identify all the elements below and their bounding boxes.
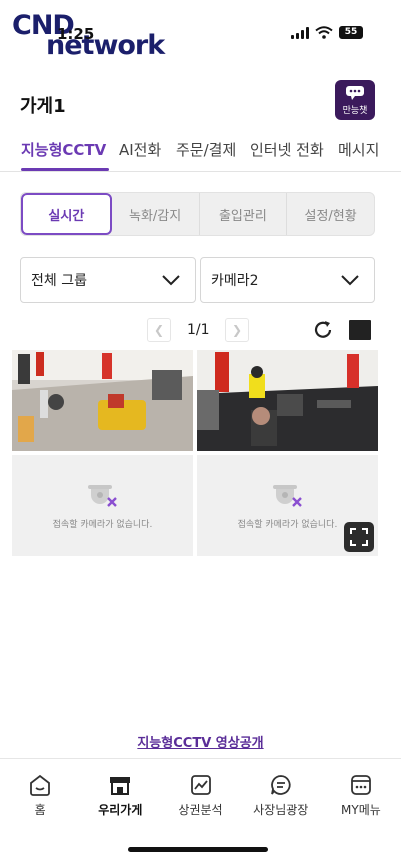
home-indicator [128, 847, 268, 852]
empty-camera-message: 접속할 카메라가 없습니다. [52, 520, 153, 530]
chat-button[interactable]: 만능챗 [335, 80, 375, 120]
wifi-icon [315, 26, 333, 39]
fullscreen-icon[interactable] [344, 522, 374, 552]
chat-button-label: 만능챗 [342, 105, 368, 116]
camera-feed-1-image [12, 350, 193, 451]
active-tab-underline [21, 168, 109, 171]
chat-bubble-icon [346, 85, 364, 100]
system-icons: 55 [291, 26, 363, 39]
subtab-recording[interactable]: 녹화/감지 [112, 193, 200, 235]
group-select[interactable]: 전체 그룹 [20, 257, 196, 303]
chart-icon [190, 775, 211, 795]
chevron-down-icon [341, 275, 359, 286]
nav-market-analysis-label: 상권분석 [178, 803, 223, 817]
next-page-button[interactable]: ❯ [225, 318, 249, 342]
tab-order-payment[interactable]: 주문/결제 [176, 139, 236, 160]
battery-icon: 55 [339, 26, 363, 39]
subtab-access[interactable]: 출입관리 [200, 193, 288, 235]
camera-select-value: 카메라2 [211, 273, 259, 289]
subtab-settings[interactable]: 설정/현황 [287, 193, 374, 235]
tab-cctv[interactable]: 지능형CCTV [21, 139, 106, 160]
camera-select[interactable]: 카메라2 [200, 257, 375, 303]
layout-grid-icon[interactable] [349, 320, 371, 340]
camera-disconnected-icon [87, 485, 117, 507]
nav-owner-square-label: 사장님광장 [253, 803, 309, 817]
page-indicator: 1/1 [187, 322, 210, 338]
nav-home[interactable]: 홈 [0, 759, 80, 836]
subtab-realtime[interactable]: 실시간 [21, 193, 112, 235]
bottom-nav: 홈 우리가게 상권분석 사장님광장 MY메뉴 [0, 758, 401, 836]
menu-icon [351, 775, 371, 795]
sub-tabs: 실시간 녹화/감지 출입관리 설정/현황 [20, 192, 375, 236]
cctv-video-link[interactable]: 지능형CCTV 영상공개 [0, 732, 401, 751]
signal-icon [291, 26, 309, 39]
main-tabs: 지능형CCTV AI전화 주문/결제 인터넷 전화 메시지 [0, 132, 401, 172]
nav-my-menu[interactable]: MY메뉴 [321, 759, 401, 836]
chat-icon [270, 775, 291, 795]
prev-page-button[interactable]: ❮ [147, 318, 171, 342]
nav-our-store-label: 우리가게 [98, 803, 143, 817]
store-icon [110, 777, 131, 795]
camera-disconnected-icon [272, 485, 302, 507]
nav-our-store[interactable]: 우리가게 [80, 759, 160, 836]
tab-message[interactable]: 메시지 [338, 139, 379, 160]
nav-market-analysis[interactable]: 상권분석 [160, 759, 240, 836]
tab-ai-call[interactable]: AI전화 [119, 139, 161, 160]
chevron-left-icon: ❮ [153, 323, 165, 337]
home-icon [30, 774, 50, 796]
group-select-value: 전체 그룹 [31, 273, 87, 289]
nav-my-menu-label: MY메뉴 [341, 803, 381, 817]
status-bar: CND network 1:25 55 [0, 0, 401, 70]
empty-camera-message: 접속할 카메라가 없습니다. [237, 520, 338, 530]
tab-internet-phone[interactable]: 인터넷 전화 [250, 139, 324, 160]
pager: ❮ 1/1 ❯ [0, 318, 401, 344]
nav-owner-square[interactable]: 사장님광장 [241, 759, 321, 836]
chevron-down-icon [162, 275, 180, 286]
chevron-right-icon: ❯ [231, 323, 243, 337]
camera-view-3-empty: 접속할 카메라가 없습니다. [12, 455, 193, 556]
camera-view-2[interactable] [197, 350, 378, 451]
refresh-icon[interactable] [312, 319, 334, 341]
status-time: 1:25 [57, 25, 95, 43]
page-title: 가게1 [20, 96, 66, 117]
nav-home-label: 홈 [34, 803, 46, 817]
camera-view-1[interactable] [12, 350, 193, 451]
camera-feed-2-image [197, 350, 378, 451]
header: 가게1 만능챗 [0, 78, 401, 126]
